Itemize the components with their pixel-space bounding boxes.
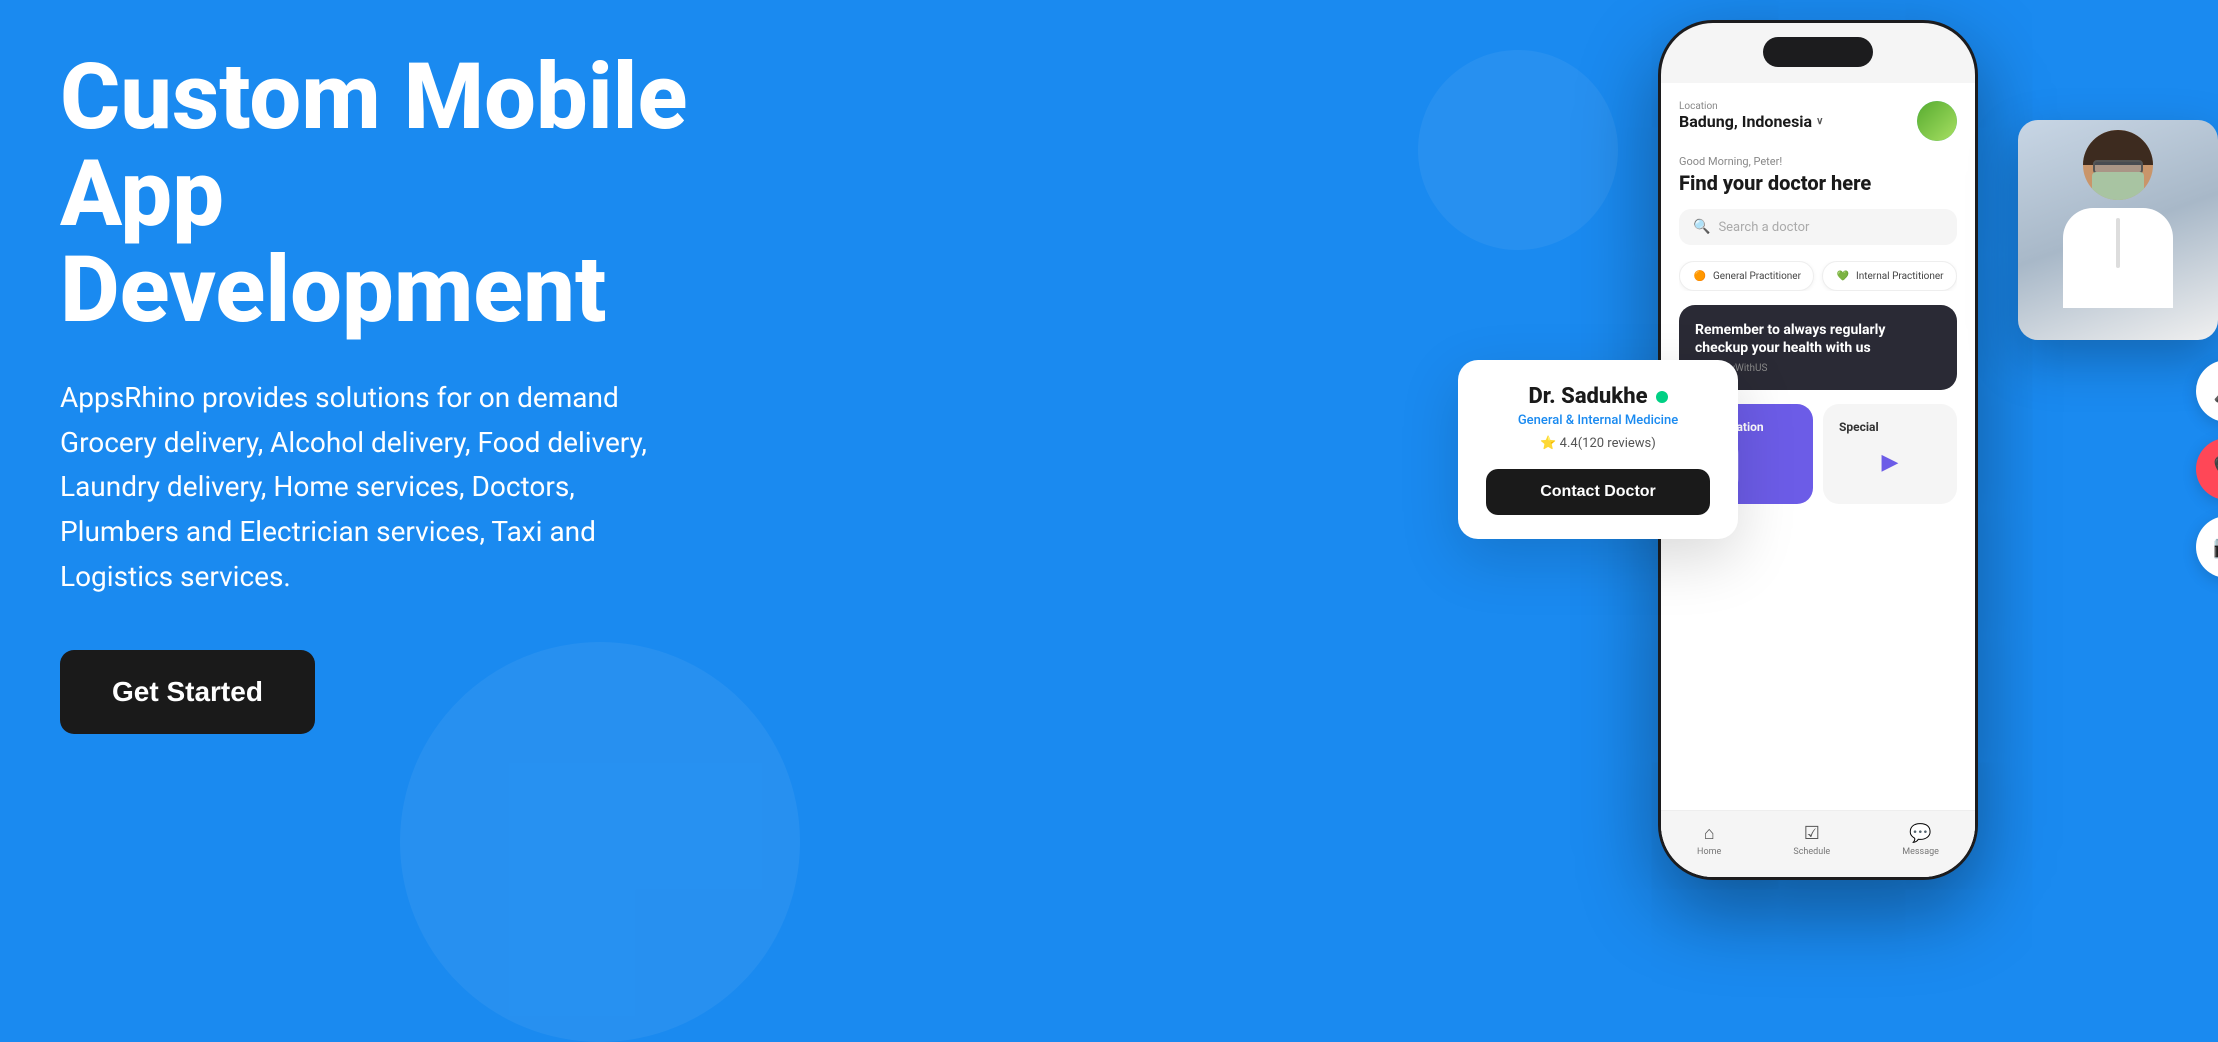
doctor-name-row: Dr. Sadukhe bbox=[1486, 384, 1710, 409]
search-icon: 🔍 bbox=[1693, 219, 1710, 235]
doctor-body bbox=[2063, 208, 2173, 308]
phone-header: Location Badung, Indonesia ∨ bbox=[1679, 101, 1957, 141]
home-icon: ⌂ bbox=[1704, 823, 1715, 844]
reminder-text: Remember to always regularly checkup you… bbox=[1695, 321, 1941, 357]
greeting-text: Good Morning, Peter! bbox=[1679, 155, 1957, 168]
general-icon: 🟠 bbox=[1692, 268, 1708, 284]
location-block: Location Badung, Indonesia ∨ bbox=[1679, 101, 1823, 131]
video-call-overlay bbox=[2018, 120, 2218, 340]
nav-message[interactable]: 💬 Message bbox=[1902, 823, 1939, 857]
hangup-icon: 📞 bbox=[2213, 457, 2218, 482]
camera-icon: 📷 bbox=[2213, 535, 2218, 560]
get-started-button[interactable]: Get Started bbox=[60, 650, 315, 734]
phone-mockup: Location Badung, Indonesia ∨ Good Mornin… bbox=[1658, 20, 1998, 920]
doctor-head bbox=[2083, 130, 2153, 200]
pill-general-label: General Practitioner bbox=[1713, 271, 1801, 282]
contact-doctor-button[interactable]: Contact Doctor bbox=[1486, 469, 1710, 515]
chevron-down-icon: ∨ bbox=[1816, 116, 1823, 127]
doctor-rating: ⭐ 4.4(120 reviews) bbox=[1486, 436, 1710, 451]
location-label: Location bbox=[1679, 101, 1823, 112]
nav-schedule[interactable]: ☑ Schedule bbox=[1793, 823, 1830, 857]
bottom-nav: ⌂ Home ☑ Schedule 💬 Message bbox=[1661, 810, 1975, 877]
hangup-button[interactable]: 📞 bbox=[2196, 438, 2218, 500]
avatar bbox=[1917, 101, 1957, 141]
mic-off-icon: 🎤 bbox=[2213, 379, 2218, 404]
service-card-special[interactable]: Special ▶ bbox=[1823, 404, 1957, 504]
online-status-dot bbox=[1656, 391, 1668, 403]
message-icon: 💬 bbox=[1909, 823, 1931, 844]
location-name: Badung, Indonesia ∨ bbox=[1679, 112, 1823, 131]
stethoscope bbox=[2116, 218, 2120, 268]
doctor-specialty: General & Internal Medicine bbox=[1486, 413, 1710, 428]
doctor-card: Dr. Sadukhe General & Internal Medicine … bbox=[1458, 360, 1738, 539]
special-label: Special bbox=[1839, 420, 1941, 434]
pill-internal-label: Internal Practitioner bbox=[1856, 271, 1944, 282]
description-text: AppsRhino provides solutions for on dema… bbox=[60, 376, 700, 600]
nav-home[interactable]: ⌂ Home bbox=[1697, 823, 1721, 857]
doctor-silhouette bbox=[2038, 130, 2198, 330]
pill-general[interactable]: 🟠 General Practitioner bbox=[1679, 261, 1814, 291]
find-doctor-title: Find your doctor here bbox=[1679, 171, 1957, 195]
search-bar[interactable]: 🔍 Search a doctor bbox=[1679, 209, 1957, 245]
search-placeholder: Search a doctor bbox=[1718, 220, 1809, 235]
category-pills: 🟠 General Practitioner 💚 Internal Practi… bbox=[1679, 261, 1957, 291]
doctor-mask bbox=[2092, 172, 2144, 200]
call-controls: 🎤 📞 📷 bbox=[2196, 360, 2218, 578]
pill-internal[interactable]: 💚 Internal Practitioner bbox=[1822, 261, 1957, 291]
doctor-name: Dr. Sadukhe bbox=[1528, 384, 1647, 409]
special-icon: ▶ bbox=[1882, 450, 1899, 475]
star-icon: ⭐ bbox=[1540, 436, 1556, 451]
video-button[interactable]: 📷 bbox=[2196, 516, 2218, 578]
schedule-label: Schedule bbox=[1793, 847, 1830, 857]
message-label: Message bbox=[1902, 847, 1939, 857]
mute-button[interactable]: 🎤 bbox=[2196, 360, 2218, 422]
internal-icon: 💚 bbox=[1835, 268, 1851, 284]
video-background bbox=[2018, 120, 2218, 340]
home-label: Home bbox=[1697, 847, 1721, 857]
schedule-icon: ☑ bbox=[1804, 823, 1820, 844]
hero-section: Custom Mobile App Development AppsRhino … bbox=[60, 50, 760, 734]
avatar-image bbox=[1917, 101, 1957, 141]
main-title: Custom Mobile App Development bbox=[60, 50, 760, 340]
dynamic-island bbox=[1763, 37, 1873, 67]
